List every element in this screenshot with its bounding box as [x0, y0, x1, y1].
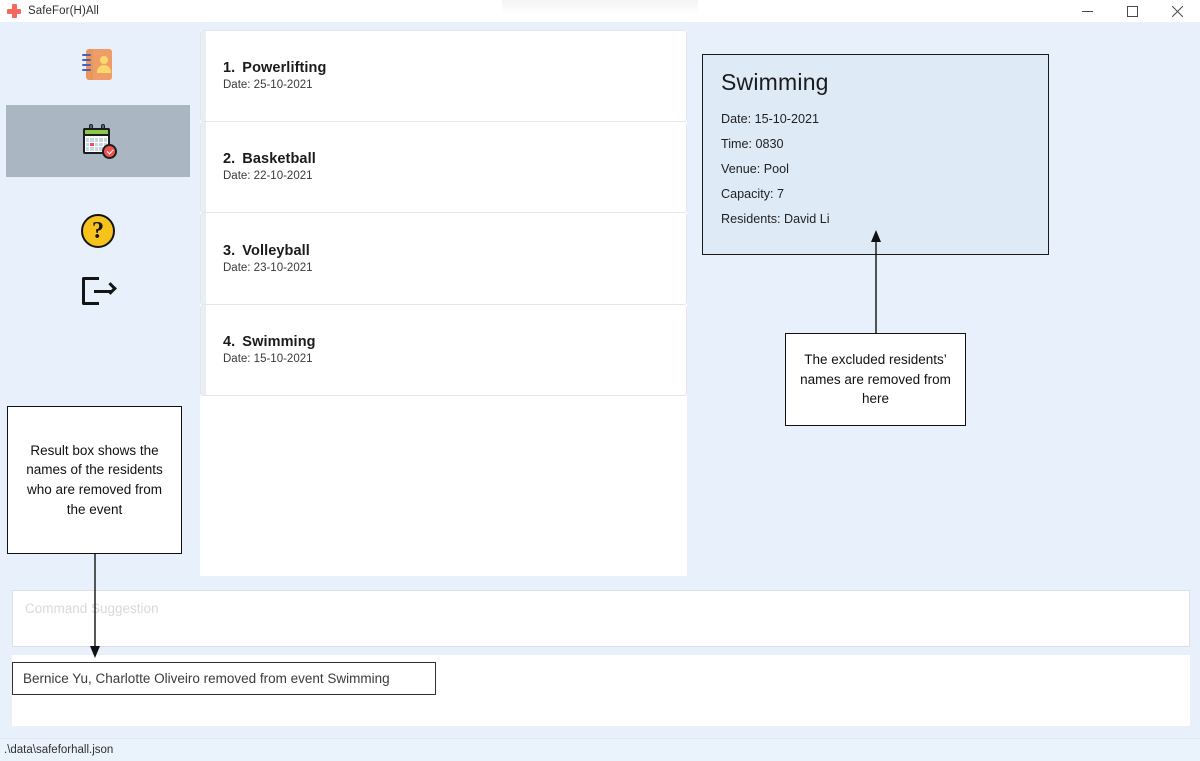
maximize-button[interactable]: [1110, 0, 1155, 22]
titlebar-hover-artifact: [502, 0, 698, 14]
event-title: 2. Basketball: [223, 151, 686, 167]
red-cross-icon: [6, 3, 22, 19]
event-date: Date: 22-10-2021: [223, 170, 313, 183]
logout-icon: [79, 272, 117, 310]
detail-title: Swimming: [721, 69, 829, 95]
sidebar-item-residents[interactable]: [6, 28, 190, 100]
event-index: 1.: [223, 60, 236, 77]
result-panel: Bernice Yu, Charlotte Oliveiro removed f…: [12, 655, 1190, 726]
list-item[interactable]: 4. Swimming Date: 15-10-2021: [200, 304, 687, 396]
event-date: Date: 23-10-2021: [223, 261, 313, 274]
detail-capacity: Capacity: 7: [721, 187, 784, 201]
detail-date: Date: 15-10-2021: [721, 112, 820, 126]
minimize-button[interactable]: [1065, 0, 1110, 22]
card-accent-bar: [201, 213, 206, 304]
event-name: Basketball: [242, 151, 316, 168]
help-circle-icon: ?: [79, 212, 117, 250]
event-index: 4.: [223, 334, 236, 351]
card-accent-bar: [201, 121, 206, 212]
window-controls: [1065, 0, 1200, 22]
window-title: SafeFor(H)All: [28, 5, 99, 17]
event-detail-panel: Swimming Date: 15-10-2021 Time: 0830 Ven…: [702, 54, 1049, 255]
event-index: 3.: [223, 242, 236, 259]
address-book-icon: [79, 45, 117, 83]
detail-residents: Residents: David Li: [721, 212, 830, 226]
event-name: Powerlifting: [242, 60, 327, 77]
event-name: Volleyball: [242, 242, 310, 259]
calendar-check-icon: [79, 122, 117, 160]
annotation-callout-left: Result box shows the names of the reside…: [7, 406, 182, 554]
event-title: 1. Powerlifting: [223, 60, 686, 76]
status-bar: .\data\safeforhall.json: [0, 738, 1200, 761]
command-suggestion-input[interactable]: Command Suggestion: [12, 590, 1190, 647]
event-name: Swimming: [242, 334, 316, 351]
card-accent-bar: [201, 31, 206, 121]
event-title: 3. Volleyball: [223, 243, 686, 259]
annotation-left-text: Result box shows the names of the reside…: [26, 442, 163, 517]
list-item[interactable]: 3. Volleyball Date: 23-10-2021: [200, 213, 687, 305]
command-suggestion-placeholder: Command Suggestion: [25, 601, 159, 616]
close-button[interactable]: [1155, 0, 1200, 22]
result-message: Bernice Yu, Charlotte Oliveiro removed f…: [23, 671, 390, 686]
event-date: Date: 15-10-2021: [223, 353, 313, 366]
event-list-panel[interactable]: 1. Powerlifting Date: 25-10-2021 2. Basket…: [200, 30, 687, 576]
list-item[interactable]: 2. Basketball Date: 22-10-2021: [200, 121, 687, 213]
event-date: Date: 25-10-2021: [223, 79, 313, 92]
sidebar-item-exit[interactable]: [6, 255, 190, 327]
card-accent-bar: [201, 304, 206, 395]
event-title: 4. Swimming: [223, 334, 686, 350]
main-body: ? 1. Powerlifting Date: 25-10-2021 2. Ba…: [0, 22, 1200, 738]
sidebar-item-events[interactable]: [6, 105, 190, 177]
annotation-right-text: The excluded residents’ names are remove…: [800, 352, 951, 407]
detail-time: Time: 0830: [721, 137, 784, 151]
detail-venue: Venue: Pool: [721, 162, 789, 176]
list-item[interactable]: 1. Powerlifting Date: 25-10-2021: [200, 30, 687, 122]
result-message-box: Bernice Yu, Charlotte Oliveiro removed f…: [12, 662, 436, 695]
app-window: SafeFor(H)All ? 1. Powerlifting Date: 25…: [0, 0, 1200, 761]
status-file-path: .\data\safeforhall.json: [4, 744, 114, 756]
event-index: 2.: [223, 151, 236, 168]
annotation-callout-right: The excluded residents’ names are remove…: [785, 333, 966, 426]
